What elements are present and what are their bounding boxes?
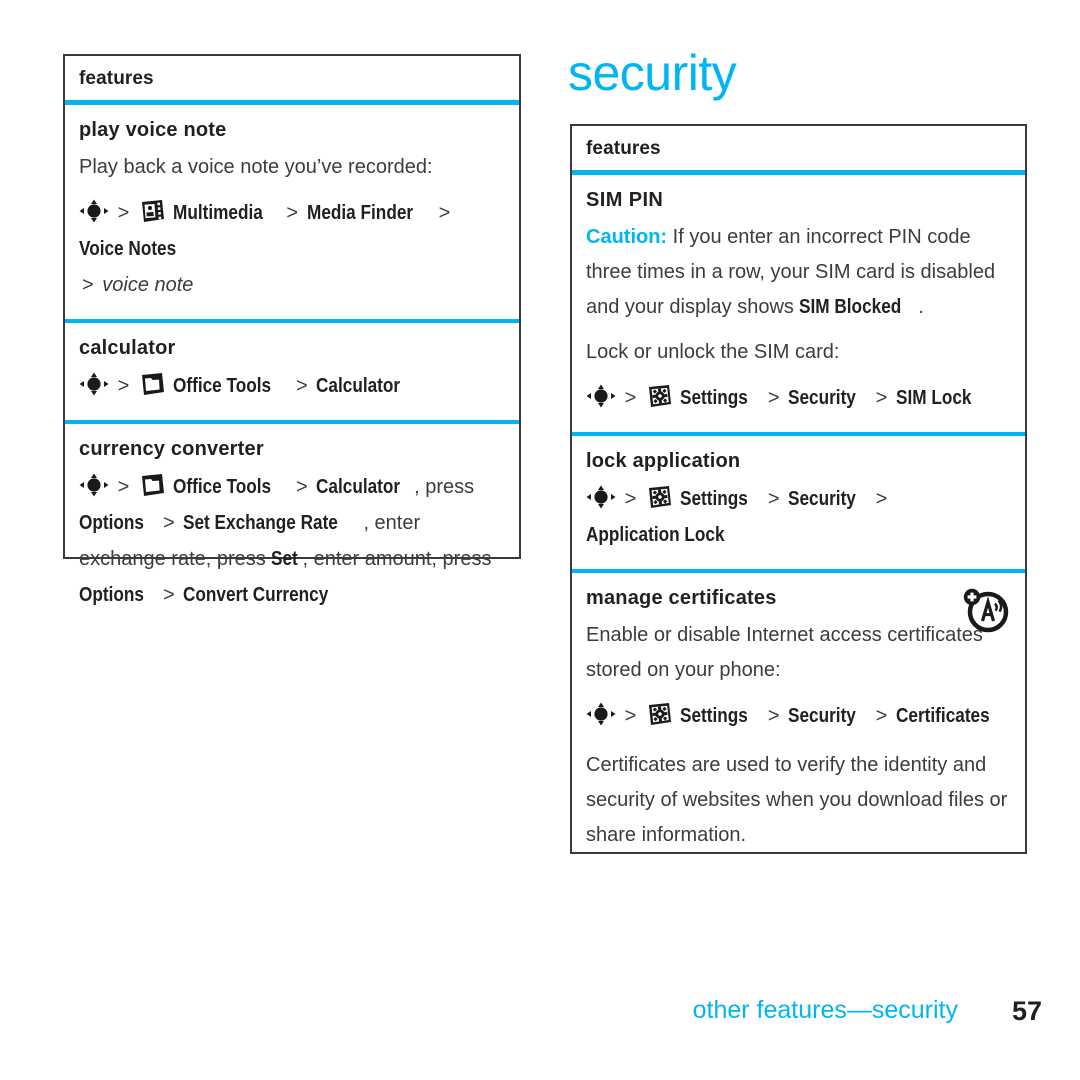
path-separator: > (875, 488, 888, 510)
manual-page: security features play voice note Play b… (0, 0, 1080, 1080)
path-item-voice-notes: Voice Notes (79, 238, 177, 260)
path-separator: > (767, 387, 780, 409)
path-item-security: Security (788, 705, 856, 727)
section-outro: Certificates are used to verify the iden… (586, 754, 1008, 846)
section-currency-converter: currency converter > Office Tools > Calc… (65, 424, 519, 629)
path-item-multimedia: Multimedia (173, 202, 264, 224)
navigation-key-icon (586, 485, 616, 509)
menu-path-calculator: > Office Tools > Calculator (79, 368, 505, 404)
section-manage-certificates: manage certificates Enable or disable In… (572, 573, 1025, 865)
ui-term-options: Options (79, 584, 144, 606)
navigation-key-icon (79, 199, 109, 223)
section-intro: Lock or unlock the SIM card: (586, 341, 840, 363)
settings-icon (647, 384, 673, 408)
path-separator: > (624, 387, 637, 409)
menu-path-application-lock: > Settings > Security > Application Lock (586, 481, 1011, 553)
menu-path-sim-lock: > Settings > Security > SIM Lock (586, 380, 1011, 416)
page-number: 57 (1011, 996, 1042, 1026)
office-tools-icon (140, 473, 166, 497)
navigation-key-icon (79, 473, 109, 497)
path-separator: > (624, 705, 637, 727)
navigation-key-icon (586, 384, 616, 408)
path-separator: > (438, 202, 451, 224)
menu-path-voice-note: > Multimedia > Media Finder > Voice Note… (79, 195, 505, 303)
ui-term-set-exchange-rate: Set Exchange Rate (183, 512, 339, 534)
left-panel-header: features (65, 56, 519, 105)
navigation-key-icon (79, 372, 109, 396)
path-separator: > (624, 488, 637, 510)
page-footer: other features—security 57 (0, 996, 1080, 1036)
section-title: lock application (586, 450, 741, 472)
footer-breadcrumb: other features—security (692, 996, 958, 1024)
page-title: security (568, 45, 737, 101)
section-title: manage certificates (586, 587, 777, 609)
section-intro: Enable or disable Internet access certif… (586, 624, 983, 681)
path-separator: > (163, 512, 175, 534)
caution-paragraph: Caution: If you enter an incorrect PIN c… (586, 220, 1011, 325)
path-item-calculator: Calculator (316, 476, 401, 498)
ui-term-sim-blocked: SIM Blocked (799, 296, 902, 318)
right-feature-panel: features SIM PIN Caution: If you enter a… (570, 124, 1027, 854)
path-separator: > (875, 387, 888, 409)
path-item-settings: Settings (680, 705, 749, 727)
path-item-voice-note-italic: voice note (102, 274, 194, 296)
path-separator: > (875, 705, 888, 727)
path-separator: > (767, 705, 780, 727)
menu-path-certificates: > Settings > Security > Certificates (586, 698, 1011, 734)
path-separator: > (286, 202, 299, 224)
path-separator: > (117, 476, 130, 498)
menu-path-currency-converter: > Office Tools > Calculator , press Optio… (79, 469, 505, 613)
path-item-certificates: Certificates (895, 705, 990, 727)
section-title: SIM PIN (586, 189, 664, 211)
tail-text: , enter amount, press (302, 548, 492, 570)
path-separator: > (296, 375, 308, 397)
right-panel-header: features (572, 126, 1025, 175)
path-separator: > (82, 274, 94, 296)
right-panel-header-label: features (586, 138, 661, 159)
section-intro: Play back a voice note you’ve recorded: (79, 156, 433, 178)
path-item-office-tools: Office Tools (173, 375, 272, 397)
section-sim-pin: SIM PIN Caution: If you enter an incorre… (572, 175, 1025, 436)
tail-text: , press (414, 476, 475, 498)
ui-term-set: Set (271, 548, 299, 570)
path-separator: > (117, 375, 130, 397)
section-calculator: calculator > Office Tools > Calculator (65, 323, 519, 424)
path-item-security: Security (788, 488, 856, 510)
path-item-security: Security (788, 387, 856, 409)
path-separator: > (767, 488, 780, 510)
path-item-media-finder: Media Finder (306, 202, 413, 224)
office-tools-icon (140, 372, 166, 396)
section-lock-application: lock application > Settings > Security >… (572, 436, 1025, 573)
path-item-office-tools: Office Tools (173, 476, 272, 498)
settings-icon (647, 702, 673, 726)
caution-body-2: . (918, 296, 924, 318)
path-item-settings: Settings (680, 387, 749, 409)
caution-label: Caution: (586, 226, 668, 248)
path-separator: > (117, 202, 130, 224)
path-separator: > (163, 584, 175, 606)
path-separator: > (296, 476, 308, 498)
certificate-network-icon (961, 585, 1011, 633)
path-item-application-lock: Application Lock (586, 524, 725, 546)
multimedia-icon (140, 199, 166, 223)
path-item-sim-lock: SIM Lock (895, 387, 972, 409)
section-title: currency converter (79, 438, 264, 460)
section-play-voice-note: play voice note Play back a voice note y… (65, 105, 519, 323)
section-title: play voice note (79, 119, 227, 141)
settings-icon (647, 485, 673, 509)
left-feature-panel: features play voice note Play back a voi… (63, 54, 521, 606)
ui-term-options: Options (79, 512, 144, 534)
navigation-key-icon (586, 702, 616, 726)
path-item-settings: Settings (680, 488, 749, 510)
left-panel-header-label: features (79, 68, 154, 89)
path-item-calculator: Calculator (316, 375, 401, 397)
ui-term-convert-currency: Convert Currency (183, 584, 329, 606)
section-title: calculator (79, 337, 176, 359)
